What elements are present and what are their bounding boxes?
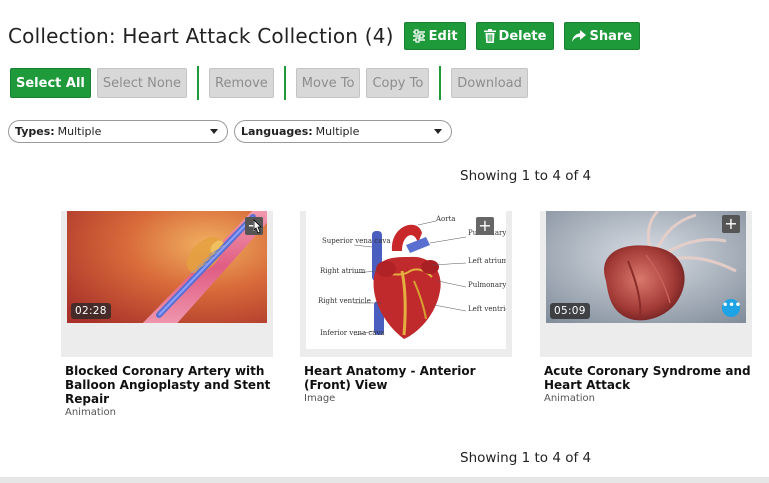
page-title: Collection: Heart Attack Collection (4) bbox=[8, 24, 394, 48]
card-thumbnail-area: 02:28 + bbox=[61, 211, 273, 357]
artery-stent-thumbnail[interactable]: 02:28 bbox=[67, 211, 267, 323]
card-type: Animation bbox=[544, 393, 595, 404]
media-card[interactable]: 02:28 + Blocked Coronary Artery with Bal… bbox=[61, 211, 273, 419]
diagram-label: Left ventricle bbox=[468, 305, 506, 313]
chevron-down-icon bbox=[434, 129, 442, 134]
edit-button[interactable]: Edit bbox=[403, 22, 466, 50]
diagram-label: Superior vena cava bbox=[322, 237, 391, 245]
card-thumbnail-area: Aorta Superior vena cava Pulmonary trunk… bbox=[300, 211, 512, 357]
share-button[interactable]: Share bbox=[564, 22, 641, 50]
video-duration: 02:28 bbox=[71, 303, 111, 319]
toolbar-divider bbox=[283, 66, 286, 100]
add-to-collection-icon[interactable]: + bbox=[722, 215, 740, 233]
types-select[interactable]: Types: Multiple bbox=[8, 120, 228, 143]
diagram-label: Right atrium bbox=[320, 267, 366, 275]
delete-label: Delete bbox=[498, 28, 547, 44]
diagram-label: Aorta bbox=[435, 215, 456, 223]
move-to-button[interactable]: Move To bbox=[295, 68, 361, 98]
card-thumbnail-area: 05:09 ••• + bbox=[540, 211, 752, 357]
results-count-bottom: Showing 1 to 4 of 4 bbox=[460, 450, 592, 466]
mouse-pointer-icon bbox=[253, 219, 262, 234]
media-card[interactable]: Aorta Superior vena cava Pulmonary trunk… bbox=[300, 211, 512, 405]
delete-button[interactable]: Delete bbox=[475, 22, 555, 50]
results-count-top: Showing 1 to 4 of 4 bbox=[460, 168, 592, 184]
action-toolbar: Select All Select None Remove Move To Co… bbox=[10, 66, 528, 100]
copy-to-button[interactable]: Copy To bbox=[366, 68, 430, 98]
types-value: Multiple bbox=[57, 125, 102, 138]
toolbar-divider bbox=[439, 66, 442, 100]
diagram-label: Left atrium bbox=[468, 257, 506, 265]
toolbar-divider bbox=[197, 66, 200, 100]
diagram-label: Pulmonary veins bbox=[468, 281, 506, 289]
card-type: Animation bbox=[65, 407, 116, 418]
remove-button[interactable]: Remove bbox=[209, 68, 274, 98]
diagram-label: Right ventricle bbox=[318, 297, 371, 305]
select-all-button[interactable]: Select All bbox=[10, 68, 91, 98]
select-none-button[interactable]: Select None bbox=[96, 68, 188, 98]
header-row: Collection: Heart Attack Collection (4) … bbox=[8, 22, 650, 50]
languages-label: Languages: bbox=[241, 125, 313, 138]
card-title[interactable]: Blocked Coronary Artery with Balloon Ang… bbox=[65, 364, 273, 406]
card-title[interactable]: Heart Anatomy - Anterior (Front) View bbox=[304, 364, 512, 392]
filter-bar: Types: Multiple Languages: Multiple bbox=[8, 120, 452, 143]
languages-value: Multiple bbox=[315, 125, 360, 138]
media-card[interactable]: 05:09 ••• + Acute Coronary Syndrome and … bbox=[540, 211, 752, 405]
download-button[interactable]: Download bbox=[451, 68, 528, 98]
comment-bubble-icon[interactable]: ••• bbox=[722, 299, 741, 317]
video-duration: 05:09 bbox=[550, 303, 590, 319]
sliders-icon bbox=[412, 29, 425, 43]
card-title[interactable]: Acute Coronary Syndrome and Heart Attack bbox=[544, 364, 752, 392]
diagram-label: Inferior vena cava bbox=[320, 329, 385, 337]
edit-label: Edit bbox=[428, 28, 458, 44]
types-label: Types: bbox=[15, 125, 55, 138]
share-arrow-icon bbox=[572, 30, 587, 42]
card-type: Image bbox=[304, 393, 336, 404]
share-label: Share bbox=[589, 28, 633, 44]
chevron-down-icon bbox=[210, 129, 218, 134]
add-to-collection-icon[interactable]: + bbox=[476, 217, 494, 235]
heart-3d-thumbnail[interactable]: 05:09 ••• bbox=[546, 211, 746, 323]
page-footer-strip bbox=[0, 477, 769, 483]
languages-select[interactable]: Languages: Multiple bbox=[234, 120, 452, 143]
trash-icon bbox=[483, 29, 496, 43]
